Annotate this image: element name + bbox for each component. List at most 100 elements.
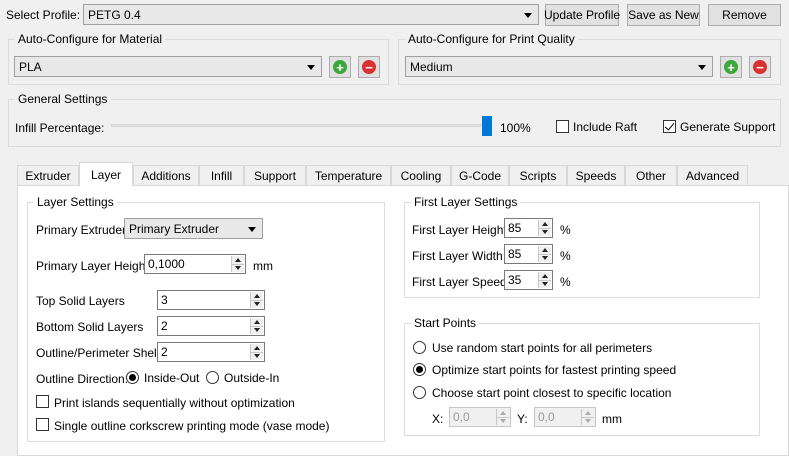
spin-buttons[interactable] xyxy=(250,344,263,360)
tab-infill[interactable]: Infill xyxy=(199,165,244,185)
tab-label: Temperature xyxy=(314,168,383,183)
print-islands-label: Print islands sequentially without optim… xyxy=(54,396,295,410)
start-x-value: 0,0 xyxy=(453,410,470,424)
chevron-down-icon xyxy=(524,12,532,18)
spin-down-icon[interactable] xyxy=(582,417,594,425)
tab-label: Support xyxy=(253,168,297,183)
first-layer-speed-value: 35 xyxy=(508,273,522,287)
spin-buttons[interactable] xyxy=(250,318,263,334)
tab-gcode[interactable]: G-Code xyxy=(451,165,509,185)
minus-icon: − xyxy=(362,60,376,74)
spin-up-icon[interactable] xyxy=(539,272,551,281)
print-quality-select[interactable]: Medium xyxy=(405,56,713,77)
start-y-label: Y: xyxy=(517,412,528,426)
infill-percentage-value: 100% xyxy=(500,121,531,135)
start-y-input[interactable]: 0,0 xyxy=(534,407,596,427)
infill-slider-track[interactable] xyxy=(111,124,492,127)
spin-down-icon[interactable] xyxy=(232,264,244,272)
outline-direction-label: Outline Direction: xyxy=(36,372,129,386)
remove-print-quality-button[interactable]: − xyxy=(749,56,771,78)
tab-extruder[interactable]: Extruder xyxy=(17,165,79,185)
generate-support-label: Generate Support xyxy=(680,120,776,134)
top-solid-layers-input[interactable]: 3 xyxy=(157,290,265,310)
tab-label: Speeds xyxy=(575,168,617,183)
tab-additions[interactable]: Additions xyxy=(133,165,199,185)
inside-out-radio[interactable] xyxy=(126,371,139,384)
save-as-new-button[interactable]: Save as New xyxy=(627,4,700,26)
primary-extruder-select[interactable]: Primary Extruder xyxy=(124,218,263,239)
spin-down-icon[interactable] xyxy=(539,254,551,262)
material-select[interactable]: PLA xyxy=(14,56,322,77)
first-layer-width-value: 85 xyxy=(508,247,522,261)
bottom-solid-layers-input[interactable]: 2 xyxy=(157,316,265,336)
add-material-button[interactable]: + xyxy=(329,56,351,78)
tab-speeds[interactable]: Speeds xyxy=(567,165,625,185)
chevron-down-icon xyxy=(307,64,315,70)
start-x-input[interactable]: 0,0 xyxy=(449,407,511,427)
material-group-title: Auto-Configure for Material xyxy=(15,32,166,46)
primary-layer-height-unit: mm xyxy=(253,259,273,273)
first-layer-speed-label: First Layer Speed xyxy=(412,275,507,289)
spin-up-icon[interactable] xyxy=(251,318,263,327)
profile-select[interactable]: PETG 0.4 xyxy=(83,4,539,25)
primary-extruder-label: Primary Extruder xyxy=(36,223,127,237)
plus-icon: + xyxy=(333,60,347,74)
tab-layer[interactable]: Layer xyxy=(79,162,133,186)
layer-tab-panel: Layer Settings Primary Extruder Primary … xyxy=(17,185,789,456)
first-layer-width-label: First Layer Width xyxy=(412,249,503,263)
outline-shells-input[interactable]: 2 xyxy=(157,342,265,362)
tab-label: Scripts xyxy=(519,168,557,183)
spin-up-icon[interactable] xyxy=(232,256,244,265)
print-islands-checkbox[interactable] xyxy=(36,395,49,408)
spin-down-icon[interactable] xyxy=(251,300,263,308)
infill-slider-thumb[interactable] xyxy=(482,116,492,136)
include-raft-checkbox[interactable] xyxy=(556,120,569,133)
spin-down-icon[interactable] xyxy=(251,326,263,334)
tab-label: Advanced xyxy=(685,168,740,183)
tab-other[interactable]: Other xyxy=(625,165,677,185)
spin-down-icon[interactable] xyxy=(251,352,263,360)
first-layer-speed-input[interactable]: 35 xyxy=(504,270,553,290)
spin-up-icon[interactable] xyxy=(251,344,263,353)
random-start-points-radio[interactable] xyxy=(413,341,426,354)
outline-shells-value: 2 xyxy=(161,345,168,359)
remove-material-button[interactable]: − xyxy=(358,56,380,78)
spin-buttons[interactable] xyxy=(250,292,263,308)
spin-down-icon[interactable] xyxy=(539,228,551,236)
tab-label: Additions xyxy=(141,168,191,183)
add-print-quality-button[interactable]: + xyxy=(720,56,742,78)
spin-buttons[interactable] xyxy=(538,272,551,288)
spin-buttons[interactable] xyxy=(538,246,551,262)
first-layer-height-label: First Layer Height xyxy=(412,223,507,237)
tab-label: Extruder xyxy=(25,168,71,183)
spin-buttons[interactable] xyxy=(538,220,551,236)
tab-support[interactable]: Support xyxy=(244,165,306,185)
first-layer-width-input[interactable]: 85 xyxy=(504,244,553,264)
spin-up-icon[interactable] xyxy=(539,246,551,255)
spin-down-icon[interactable] xyxy=(539,280,551,288)
optimize-start-points-radio[interactable] xyxy=(413,363,426,376)
remove-profile-button[interactable]: Remove xyxy=(708,4,781,26)
spin-up-icon[interactable] xyxy=(582,409,594,418)
closest-start-point-radio[interactable] xyxy=(413,386,426,399)
spin-buttons[interactable] xyxy=(581,409,594,425)
first-layer-height-value: 85 xyxy=(508,221,522,235)
tab-label: Layer xyxy=(90,167,122,182)
update-profile-button[interactable]: Update Profile xyxy=(544,4,620,26)
primary-layer-height-label: Primary Layer Height xyxy=(36,259,149,273)
spin-buttons[interactable] xyxy=(496,409,509,425)
tab-cooling[interactable]: Cooling xyxy=(391,165,451,185)
tab-advanced[interactable]: Advanced xyxy=(677,165,748,185)
first-layer-height-input[interactable]: 85 xyxy=(504,218,553,238)
tab-temperature[interactable]: Temperature xyxy=(306,165,391,185)
primary-layer-height-input[interactable]: 0,1000 xyxy=(144,254,246,274)
spin-down-icon[interactable] xyxy=(497,417,509,425)
spin-up-icon[interactable] xyxy=(497,409,509,418)
generate-support-checkbox[interactable] xyxy=(663,120,676,133)
spin-up-icon[interactable] xyxy=(251,292,263,301)
tab-scripts[interactable]: Scripts xyxy=(509,165,567,185)
spin-buttons[interactable] xyxy=(231,256,244,272)
outside-in-radio[interactable] xyxy=(206,371,219,384)
vase-mode-checkbox[interactable] xyxy=(36,418,49,431)
spin-up-icon[interactable] xyxy=(539,220,551,229)
